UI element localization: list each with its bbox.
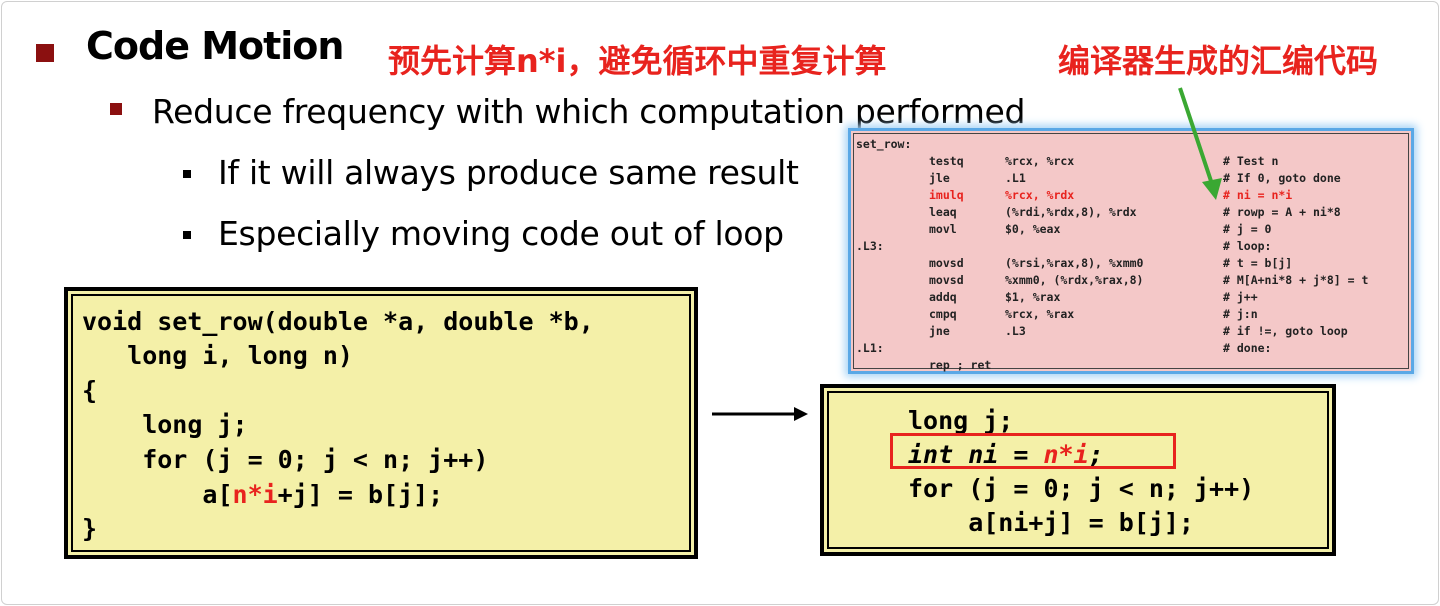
bullet-l3-marker xyxy=(183,170,191,178)
asm-comment: # If 0, goto done xyxy=(1223,171,1341,185)
asm-opcode: movl xyxy=(929,222,957,236)
highlight-n-times-i: n*i xyxy=(232,480,278,509)
asm-comment: # M[A+ni*8 + j*8] = t xyxy=(1223,273,1369,287)
code-line: a[ni+j] = b[j]; xyxy=(908,508,1194,537)
asm-operands: (%rdi,%rdx,8), %rdx xyxy=(1005,205,1137,219)
code-line: long i, long n) xyxy=(82,341,353,370)
asm-operands: $0, %eax xyxy=(1005,222,1061,236)
code-line: void set_row(double *a, double *b, xyxy=(82,307,594,336)
asm-opcode: movsd xyxy=(929,256,964,270)
optimized-code-box: long j; int ni = n*i; for (j = 0; j < n;… xyxy=(820,384,1336,556)
code-line: long j; xyxy=(82,410,248,439)
arrow-down-left-icon xyxy=(1178,87,1222,200)
asm-opcode: addq xyxy=(929,290,957,304)
asm-operands: .L1 xyxy=(1005,171,1026,185)
code-line: for (j = 0; j < n; j++) xyxy=(908,474,1255,503)
asm-opcode: jle xyxy=(929,171,950,185)
highlight-box xyxy=(890,433,1176,469)
bullet-l3-marker xyxy=(183,231,191,239)
code-line: } xyxy=(82,514,98,543)
asm-comment: # ni = n*i xyxy=(1223,188,1293,202)
arrow-right-icon xyxy=(712,407,808,421)
asm-comment: # done: xyxy=(1223,341,1272,355)
bullet-same-result: If it will always produce same result xyxy=(218,153,799,192)
asm-comment: # if !=, goto loop xyxy=(1223,324,1348,338)
asm-comment: # loop: xyxy=(1223,239,1272,253)
annotation-precompute: 预先计算n*i，避免循环中重复计算 xyxy=(388,42,887,80)
bullet-out-of-loop: Especially moving code out of loop xyxy=(218,214,784,253)
code-line-loop-body: a[n*i+j] = b[j]; xyxy=(82,480,444,509)
asm-operands: %xmm0, (%rdx,%rax,8) xyxy=(1005,273,1144,287)
asm-opcode: imulq xyxy=(929,188,964,202)
title-bullet xyxy=(36,44,54,62)
asm-opcode: testq xyxy=(929,154,964,168)
asm-opcode: movsd xyxy=(929,273,964,287)
assembly-panel: set_row: .L3: .L1: testq %rcx, %rcx # Test… xyxy=(848,128,1414,374)
asm-comment: # j:n xyxy=(1223,307,1258,321)
asm-comment: # j++ xyxy=(1223,290,1258,304)
code-line: { xyxy=(82,376,98,405)
asm-operands: (%rsi,%rax,8), %xmm0 xyxy=(1005,256,1144,270)
asm-opcode: leaq xyxy=(929,205,957,219)
asm-label-l3: .L3: xyxy=(856,239,884,253)
asm-operands: %rcx, %rcx xyxy=(1005,154,1075,168)
code-line: for (j = 0; j < n; j++) xyxy=(82,445,489,474)
asm-operands: %rcx, %rdx xyxy=(1005,188,1075,202)
bullet-reduce-frequency: Reduce frequency with which computation … xyxy=(152,92,1026,131)
asm-comment: # rowp = A + ni*8 xyxy=(1223,205,1341,219)
bullet-l2-marker xyxy=(110,103,122,115)
asm-operands: .L3 xyxy=(1005,324,1026,338)
slide-title: Code Motion xyxy=(86,24,344,68)
asm-comment: # j = 0 xyxy=(1223,222,1272,236)
asm-comment: # t = b[j] xyxy=(1223,256,1293,270)
asm-opcode: cmpq xyxy=(929,307,957,321)
annotation-asm: 编译器生成的汇编代码 xyxy=(1058,42,1379,80)
asm-operands: %rcx, %rax xyxy=(1005,307,1075,321)
asm-operands: $1, %rax xyxy=(1005,290,1061,304)
original-code-box: void set_row(double *a, double *b, long … xyxy=(64,287,698,559)
asm-label-set-row: set_row: xyxy=(856,137,912,151)
asm-label-l1: .L1: xyxy=(856,341,884,355)
asm-comment: # Test n xyxy=(1223,154,1279,168)
asm-opcode: jne xyxy=(929,324,950,338)
asm-opcode: rep ; ret xyxy=(929,358,992,372)
